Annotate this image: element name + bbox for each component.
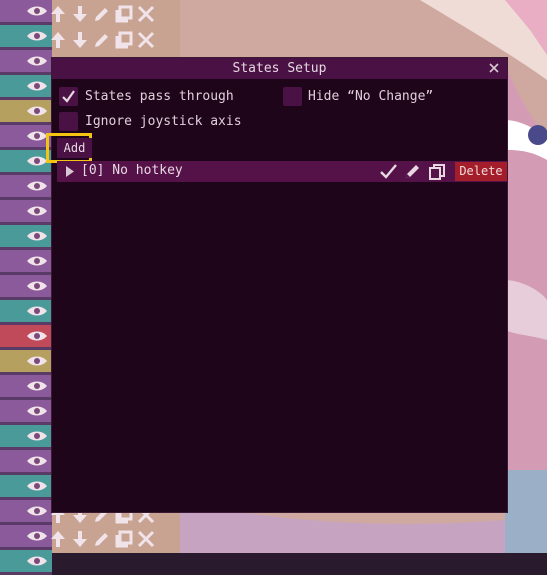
pencil-icon[interactable]	[92, 4, 112, 24]
copy-icon[interactable]	[114, 4, 134, 24]
hotkey-label: [0] No hotkey	[81, 163, 183, 178]
delete-button[interactable]: Delete	[455, 162, 507, 181]
visibility-eye-icon[interactable]	[26, 129, 48, 143]
layer-row[interactable]	[0, 175, 52, 200]
layer-row[interactable]	[0, 525, 52, 550]
layer-row[interactable]	[0, 200, 52, 225]
checkmark-icon	[62, 90, 75, 103]
arrow-up-icon[interactable]	[48, 30, 68, 50]
arrow-down-icon[interactable]	[70, 529, 90, 549]
states-pass-through-label: States pass through	[85, 89, 234, 104]
arrow-down-icon[interactable]	[70, 30, 90, 50]
visibility-eye-icon[interactable]	[26, 404, 48, 418]
arrow-down-icon[interactable]	[70, 4, 90, 24]
visibility-eye-icon[interactable]	[26, 554, 48, 568]
visibility-eye-icon[interactable]	[26, 479, 48, 493]
layer-row[interactable]	[0, 550, 52, 575]
layer-toolbar	[48, 30, 156, 52]
visibility-eye-icon[interactable]	[26, 4, 48, 18]
dialog-titlebar[interactable]: States Setup	[52, 58, 507, 79]
copy-icon[interactable]	[114, 529, 134, 549]
layer-row[interactable]	[0, 225, 52, 250]
visibility-eye-icon[interactable]	[26, 229, 48, 243]
visibility-eye-icon[interactable]	[26, 454, 48, 468]
visibility-eye-icon[interactable]	[26, 529, 48, 543]
visibility-eye-icon[interactable]	[26, 504, 48, 518]
arrow-up-icon[interactable]	[48, 529, 68, 549]
layer-row[interactable]	[0, 400, 52, 425]
layer-toolbar	[48, 529, 156, 551]
layer-row[interactable]	[0, 0, 52, 25]
visibility-eye-icon[interactable]	[26, 54, 48, 68]
visibility-eye-icon[interactable]	[26, 429, 48, 443]
remove-icon[interactable]	[136, 529, 156, 549]
layer-toolbar	[48, 4, 156, 26]
layer-row[interactable]	[0, 75, 52, 100]
add-button[interactable]: Add	[57, 138, 92, 158]
edit-pencil-icon[interactable]	[403, 162, 422, 181]
visibility-eye-icon[interactable]	[26, 154, 48, 168]
layer-row[interactable]	[0, 100, 52, 125]
remove-icon[interactable]	[136, 4, 156, 24]
arrow-up-icon[interactable]	[48, 4, 68, 24]
layer-row[interactable]	[0, 250, 52, 275]
layer-row[interactable]	[0, 450, 52, 475]
layer-row[interactable]	[0, 300, 52, 325]
visibility-eye-icon[interactable]	[26, 104, 48, 118]
copy-icon[interactable]	[114, 30, 134, 50]
remove-icon[interactable]	[136, 30, 156, 50]
states-pass-through-checkbox[interactable]	[59, 87, 78, 106]
visibility-eye-icon[interactable]	[26, 379, 48, 393]
pencil-icon[interactable]	[92, 30, 112, 50]
duplicate-icon[interactable]	[428, 162, 447, 181]
hotkey-row[interactable]: [0] No hotkey Delete	[57, 161, 507, 182]
layer-row[interactable]	[0, 325, 52, 350]
layer-row[interactable]	[0, 425, 52, 450]
visibility-eye-icon[interactable]	[26, 179, 48, 193]
visibility-eye-icon[interactable]	[26, 304, 48, 318]
layer-row[interactable]	[0, 475, 52, 500]
states-setup-dialog: States Setup States pass through Hide “N…	[46, 57, 508, 513]
layer-row[interactable]	[0, 275, 52, 300]
hide-no-change-checkbox[interactable]	[283, 87, 302, 106]
layer-row[interactable]	[0, 25, 52, 50]
hide-no-change-label: Hide “No Change”	[308, 89, 434, 104]
visibility-eye-icon[interactable]	[26, 329, 48, 343]
dialog-title: States Setup	[232, 61, 327, 76]
visibility-eye-icon[interactable]	[26, 279, 48, 293]
layer-row[interactable]	[0, 500, 52, 525]
layer-row[interactable]	[0, 375, 52, 400]
layer-row[interactable]	[0, 150, 52, 175]
layer-row[interactable]	[0, 50, 52, 75]
visibility-eye-icon[interactable]	[26, 204, 48, 218]
check-icon[interactable]	[379, 162, 398, 181]
visibility-eye-icon[interactable]	[26, 29, 48, 43]
visibility-eye-icon[interactable]	[26, 354, 48, 368]
visibility-eye-icon[interactable]	[26, 254, 48, 268]
expand-arrow-icon[interactable]	[65, 166, 75, 177]
layer-row[interactable]	[0, 350, 52, 375]
visibility-eye-icon[interactable]	[26, 79, 48, 93]
layer-row[interactable]	[0, 125, 52, 150]
ignore-joystick-axis-label: Ignore joystick axis	[85, 114, 242, 129]
pencil-icon[interactable]	[92, 529, 112, 549]
layer-strip	[0, 0, 52, 575]
ignore-joystick-axis-checkbox[interactable]	[59, 112, 78, 131]
close-icon[interactable]	[487, 61, 501, 75]
